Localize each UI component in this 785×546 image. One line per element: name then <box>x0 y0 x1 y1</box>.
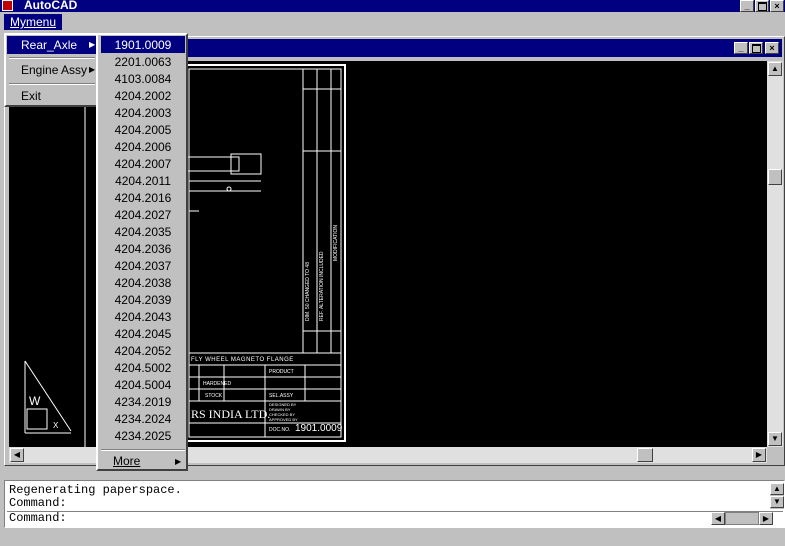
arrow-up-icon: ▲ <box>773 484 781 493</box>
submenu-item[interactable]: 4204.2036 <box>101 240 185 257</box>
submenu-item[interactable]: 4204.5002 <box>101 359 185 376</box>
drawing-cell-hardened: HARDENED <box>203 381 232 387</box>
ucs-icon: W X <box>24 360 72 434</box>
hscroll-thumb[interactable] <box>637 448 653 462</box>
menu-item-rear-axle[interactable]: Rear_Axle ▶ <box>7 36 97 54</box>
drawing-maximize-button[interactable] <box>749 42 763 54</box>
submenu-item[interactable]: 4204.2037 <box>101 257 185 274</box>
arrow-up-icon: ▲ <box>771 64 779 73</box>
drawing-doc-no: 1901.0009 <box>295 423 343 434</box>
menubar: Mymenu <box>0 12 785 33</box>
scroll-down-button[interactable]: ▼ <box>768 432 782 446</box>
menu-item-exit-label: Exit <box>21 89 42 103</box>
submenu-item[interactable]: 4204.2043 <box>101 308 185 325</box>
command-input-row[interactable]: Command: ◀ ▶ <box>7 511 783 526</box>
cmd-scroll-up[interactable]: ▲ <box>770 483 784 495</box>
submenu-item[interactable]: 4204.2027 <box>101 206 185 223</box>
app-title: AutoCAD <box>24 0 78 12</box>
arrow-right-icon: ▶ <box>762 513 770 523</box>
app-titlebar: AutoCAD _ × <box>0 0 785 12</box>
arrow-left-icon: ◀ <box>714 513 722 523</box>
submenu-item[interactable]: 4234.2025 <box>101 427 185 444</box>
submenu-item[interactable]: 4204.2052 <box>101 342 185 359</box>
drawing-close-button[interactable]: × <box>765 42 779 54</box>
scroll-up-button[interactable]: ▲ <box>768 62 782 76</box>
submenu-item[interactable]: 4204.2007 <box>101 155 185 172</box>
maximize-icon <box>751 43 761 53</box>
submenu-item[interactable]: 4103.0084 <box>101 70 185 87</box>
scroll-left-button[interactable]: ◀ <box>10 448 24 462</box>
command-vscroll[interactable]: ▲ ▼ <box>770 483 784 509</box>
drawing-minimize-button[interactable]: _ <box>734 42 748 54</box>
menu-item-engine-assy-label: Engine Assy <box>21 63 88 77</box>
menu-mymenu-label: Mymenu <box>10 15 57 29</box>
svg-text:X: X <box>53 421 59 430</box>
maximize-icon <box>757 1 767 11</box>
command-prompt: Command: <box>9 511 67 525</box>
drawing-company-name: RS INDIA LTD. <box>191 407 271 421</box>
submenu-item[interactable]: 4234.2024 <box>101 410 185 427</box>
submenu-item[interactable]: 4204.2045 <box>101 325 185 342</box>
menu-item-exit[interactable]: Exit <box>7 87 97 105</box>
submenu-item[interactable]: 2201.0063 <box>101 53 185 70</box>
cmd-scroll-down[interactable]: ▼ <box>770 496 784 508</box>
submenu-item[interactable]: 4204.2011 <box>101 172 185 189</box>
submenu-item[interactable]: 4204.2035 <box>101 223 185 240</box>
minimize-icon: _ <box>738 42 744 53</box>
svg-text:DIM. 50 CHANGED TO 48: DIM. 50 CHANGED TO 48 <box>305 262 311 321</box>
close-icon: × <box>774 0 780 11</box>
cmd-hscroll-track[interactable] <box>725 512 759 525</box>
close-icon: × <box>769 42 775 53</box>
submenu-item[interactable]: 4204.2039 <box>101 291 185 308</box>
menu-separator <box>9 57 95 59</box>
mymenu-dropdown: Rear_Axle ▶ Engine Assy ▶ Exit <box>4 33 100 107</box>
scroll-right-button[interactable]: ▶ <box>752 448 766 462</box>
drawing-cell-stock: STOCK <box>205 393 223 399</box>
submenu-item[interactable]: 4234.2019 <box>101 393 185 410</box>
svg-text:MODIFICATION: MODIFICATION <box>333 225 339 261</box>
autocad-app-icon[interactable] <box>2 0 13 11</box>
menu-item-more[interactable]: More ▶ <box>99 453 185 470</box>
submenu-item[interactable]: 4204.2005 <box>101 121 185 138</box>
svg-text:REF. ALTERATION INCLUDED: REF. ALTERATION INCLUDED <box>319 251 325 321</box>
submenu-item[interactable]: 4204.5004 <box>101 376 185 393</box>
menu-separator <box>9 83 95 85</box>
menu-mymenu[interactable]: Mymenu <box>4 14 63 30</box>
submenu-item[interactable]: 4204.2003 <box>101 104 185 121</box>
menu-item-more-label: More <box>113 454 141 468</box>
command-window: Regenerating paperspace. Command: ▲ ▼ Co… <box>4 480 785 528</box>
submenu-item[interactable]: 4204.2038 <box>101 274 185 291</box>
submenu-item[interactable]: 4204.2016 <box>101 189 185 206</box>
drawing-cell-product: PRODUCT <box>269 369 294 375</box>
maximize-button[interactable] <box>755 0 769 12</box>
arrow-right-icon: ▶ <box>755 450 763 459</box>
minimize-icon: _ <box>744 0 750 11</box>
minimize-button[interactable]: _ <box>740 0 754 12</box>
drawing-cell-sel-assy: SEL.ASSY <box>269 393 294 399</box>
drawing-doc-no-label: DOC.NO. <box>269 427 291 433</box>
arrow-down-icon: ▼ <box>773 497 781 506</box>
menu-separator <box>101 449 185 451</box>
submenu-arrow-icon: ▶ <box>89 40 96 49</box>
cmd-hscroll-left[interactable]: ◀ <box>711 512 725 525</box>
cmd-hscroll-right[interactable]: ▶ <box>759 512 773 525</box>
submenu-arrow-icon: ▶ <box>175 457 182 466</box>
drawing-title-text: FLY WHEEL MAGNETO FLANGE <box>191 357 294 363</box>
arrow-down-icon: ▼ <box>771 434 779 443</box>
scroll-thumb[interactable] <box>768 169 782 185</box>
close-button[interactable]: × <box>770 0 784 12</box>
submenu-item[interactable]: 4204.2002 <box>101 87 185 104</box>
submenu-arrow-icon: ▶ <box>89 65 96 74</box>
command-history-line-2: Command: <box>9 496 67 510</box>
submenu-item[interactable]: 1901.0009 <box>101 36 185 53</box>
menu-item-engine-assy[interactable]: Engine Assy ▶ <box>7 61 97 79</box>
svg-text:W: W <box>29 394 41 408</box>
submenu-item[interactable]: 4204.2006 <box>101 138 185 155</box>
drawing-cell-approved-by: APPROVED BY <box>269 417 298 422</box>
rear-axle-submenu: 1901.0009 2201.0063 4103.0084 4204.2002 4204… <box>96 33 188 471</box>
arrow-left-icon: ◀ <box>13 450 21 459</box>
menu-item-rear-axle-label: Rear_Axle <box>21 38 78 52</box>
drawing-vscrollbar[interactable]: ▲ ▼ <box>767 61 783 447</box>
